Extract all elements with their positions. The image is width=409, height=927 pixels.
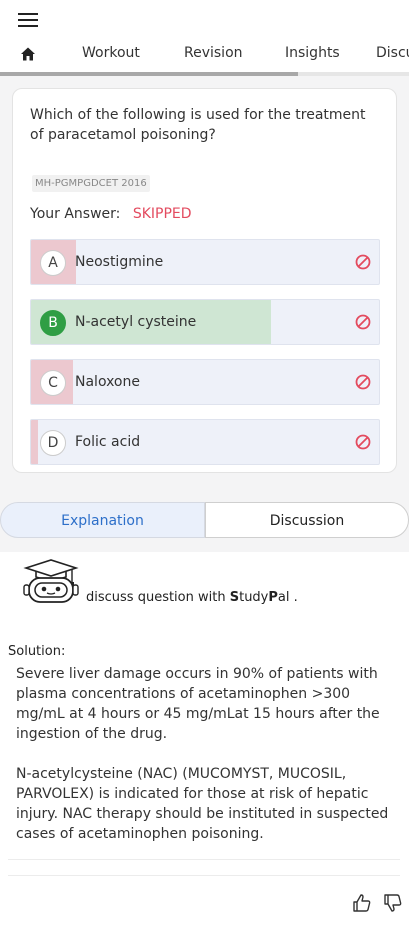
top-bar: Workout Revision Insights Discu: [0, 0, 409, 76]
question-card: Which of the following is used for the t…: [12, 88, 397, 473]
option-letter: C: [40, 370, 66, 396]
option-c[interactable]: C Naloxone: [30, 359, 380, 405]
tab-workout[interactable]: Workout: [82, 45, 140, 61]
option-text: Neostigmine: [75, 254, 164, 270]
tab-scroll-indicator[interactable]: [0, 72, 298, 76]
tab-bar: Workout Revision Insights Discu: [0, 40, 409, 70]
divider: [8, 875, 400, 876]
option-d[interactable]: D Folic acid: [30, 419, 380, 465]
studypal-text[interactable]: discuss question with StudyPal .: [86, 590, 298, 605]
thumbs-up-icon[interactable]: [352, 893, 372, 913]
ban-icon: [355, 314, 371, 330]
option-letter: D: [40, 430, 66, 456]
solution-panel: Solution: Severe liver damage occurs in …: [0, 626, 409, 927]
option-text: Naloxone: [75, 374, 140, 390]
option-percent-bar: [31, 420, 38, 464]
explanation-tab[interactable]: Explanation: [0, 502, 205, 538]
thumbs-down-icon[interactable]: [383, 893, 403, 913]
solution-paragraph: N-acetylcysteine (NAC) (MUCOMYST, MUCOSI…: [16, 766, 389, 842]
ban-icon: [355, 374, 371, 390]
tab-revision[interactable]: Revision: [184, 45, 243, 61]
tab-discussion[interactable]: Discu: [376, 45, 409, 61]
solution-body: Severe liver damage occurs in 90% of pat…: [16, 664, 400, 864]
question-text: Which of the following is used for the t…: [30, 107, 366, 143]
ban-icon: [355, 254, 371, 270]
solution-paragraph: Severe liver damage occurs in 90% of pat…: [16, 666, 380, 742]
ban-icon: [355, 434, 371, 450]
divider: [8, 859, 400, 860]
home-icon[interactable]: [20, 46, 36, 62]
option-letter: A: [40, 250, 66, 276]
option-a[interactable]: A Neostigmine: [30, 239, 380, 285]
discussion-tab[interactable]: Discussion: [205, 502, 409, 538]
option-text: N-acetyl cysteine: [75, 314, 197, 330]
your-answer-label: Your Answer:: [30, 206, 121, 222]
studypal-banner[interactable]: discuss question with StudyPal .: [0, 552, 409, 626]
exam-tag: MH-PGMPGDCET 2016: [32, 175, 150, 192]
hamburger-menu-icon[interactable]: [18, 12, 38, 28]
robot-graduate-icon: [23, 559, 79, 603]
option-text: Folic acid: [75, 434, 141, 450]
solution-title: Solution:: [8, 644, 66, 659]
option-letter: B: [40, 310, 66, 336]
your-answer-status: SKIPPED: [132, 206, 192, 222]
option-b[interactable]: B N-acetyl cysteine: [30, 299, 380, 345]
tab-insights[interactable]: Insights: [285, 45, 340, 61]
your-answer-row: Your Answer: SKIPPED: [30, 206, 192, 222]
